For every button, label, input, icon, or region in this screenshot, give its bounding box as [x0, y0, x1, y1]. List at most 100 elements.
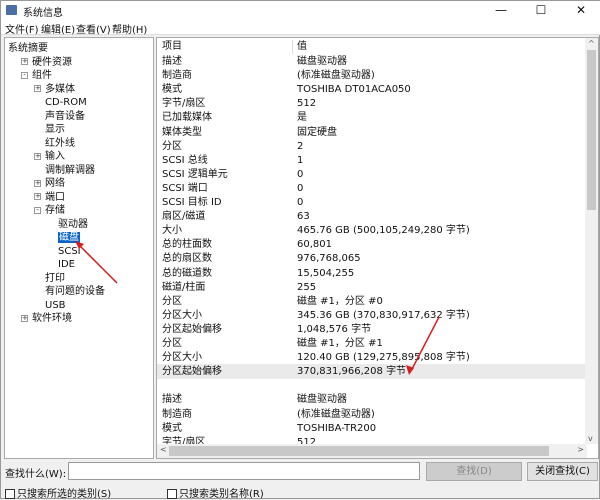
item-cell: 大小 — [162, 225, 182, 237]
tree-item[interactable]: IDE — [58, 258, 75, 271]
tree-item[interactable]: - 组件 — [21, 69, 52, 82]
tree-item[interactable]: 调制解调器 — [45, 164, 95, 177]
table-row[interactable]: 分区起始偏移 1,048,576 字节 — [157, 322, 587, 337]
expand-icon[interactable]: + — [21, 314, 28, 322]
value-cell: 63 — [297, 211, 310, 223]
item-cell: 描述 — [162, 56, 182, 67]
tree-item[interactable]: 有问题的设备 — [45, 285, 105, 298]
tree-item[interactable]: 驱动器 — [58, 218, 88, 231]
value-cell: 是 — [297, 112, 307, 124]
tree-item[interactable]: USB — [45, 299, 66, 312]
table-row[interactable]: 磁道/柱面 255 — [157, 280, 587, 295]
maximize-button[interactable]: ☐ — [521, 1, 561, 19]
menu-view[interactable]: 查看(V) — [76, 21, 111, 36]
table-row[interactable]: SCSI 逻辑单元 0 — [157, 167, 587, 182]
value-cell: 1 — [297, 154, 304, 166]
table-row[interactable]: SCSI 总线 1 — [157, 153, 587, 168]
item-cell: 项目 — [162, 41, 182, 52]
tree-item[interactable]: 声音设备 — [45, 110, 85, 123]
table-row[interactable]: 模式 TOSHIBA-TR200 — [157, 421, 587, 436]
table-row[interactable]: 分区大小 120.40 GB (129,275,895,808 字节) — [157, 350, 587, 365]
item-cell: 分区大小 — [162, 309, 202, 321]
menu-edit[interactable]: 编辑(E) — [41, 21, 75, 36]
table-row[interactable]: 总的柱面数 60,801 — [157, 237, 587, 252]
item-cell: 制造商 — [162, 408, 192, 420]
value-cell: 0 — [297, 182, 304, 194]
expand-icon[interactable]: + — [34, 193, 41, 200]
vertical-scrollbar[interactable]: ^ v — [585, 38, 598, 444]
tree-item[interactable]: + 多媒体 — [34, 83, 75, 96]
table-row[interactable]: 分区 磁盘 #1，分区 #1 — [157, 336, 587, 351]
tree-item[interactable]: 显示 — [45, 123, 65, 136]
tree-item[interactable]: + 软件环境 — [21, 312, 72, 325]
tree-item[interactable]: + 网络 — [34, 177, 65, 190]
tree-item[interactable]: SCSI — [58, 245, 81, 258]
table-header[interactable]: 项目 值 — [157, 39, 587, 54]
table-row[interactable]: 字节/扇区 512 — [157, 96, 587, 111]
tree-item-label: 打印 — [45, 272, 65, 284]
tree-item-label: 输入 — [45, 151, 65, 162]
table-row[interactable]: SCSI 目标 ID 0 — [157, 195, 587, 210]
table-row[interactable]: 总的磁道数 15,504,255 — [157, 266, 587, 281]
close-find-button[interactable]: 关闭查找(C) — [527, 462, 598, 481]
table-row[interactable]: SCSI 端口 0 — [157, 181, 587, 196]
tree-item-label: 声音设备 — [45, 110, 85, 122]
collapse-icon[interactable]: - — [21, 71, 28, 79]
search-category-names-checkbox[interactable]: 只搜索类别名称(R) — [167, 485, 264, 500]
find-button[interactable]: 查找(D) — [426, 462, 522, 481]
value-cell: 磁盘 #1，分区 #0 — [297, 295, 383, 307]
table-row[interactable]: 制造商 (标准磁盘驱动器) — [157, 68, 587, 83]
tree-item[interactable]: 红外线 — [45, 137, 75, 150]
table-row[interactable]: 已加载媒体 是 — [157, 110, 587, 125]
collapse-icon[interactable]: - — [34, 206, 41, 214]
item-cell: 分区 — [162, 295, 182, 307]
tree-item[interactable]: 系统摘要 — [8, 42, 48, 55]
table-row[interactable]: 分区大小 345.36 GB (370,830,917,632 字节) — [157, 308, 587, 323]
title-bar: 系统信息 — ☐ ✕ — [1, 1, 600, 19]
search-selected-category-checkbox[interactable]: 只搜索所选的类别(S) — [5, 485, 111, 500]
tree-item[interactable]: + 输入 — [34, 150, 65, 163]
expand-icon[interactable]: + — [34, 85, 41, 92]
expand-icon[interactable]: + — [34, 179, 41, 187]
table-row[interactable]: 描述 磁盘驱动器 — [157, 392, 587, 407]
table-row[interactable]: 总的扇区数 976,768,065 — [157, 251, 587, 266]
tree-item-label: 组件 — [32, 70, 52, 81]
item-cell: SCSI 目标 ID — [162, 197, 222, 208]
table-row[interactable]: 媒体类型 固定硬盘 — [157, 125, 587, 140]
tree-item[interactable]: - 存储 — [34, 204, 65, 217]
table-row[interactable]: 模式 TOSHIBA DT01ACA050 — [157, 82, 587, 97]
category-tree: 系统摘要 + 硬件资源 - 组件 + 多媒体 CD-ROM 声音设备 显示 红外线 + 输入 调制解调器 +… — [4, 37, 154, 459]
item-cell: SCSI 总线 — [162, 154, 208, 166]
tree-item[interactable]: 磁盘 — [58, 231, 80, 244]
tree-item[interactable]: + 硬件资源 — [21, 56, 72, 69]
table-row[interactable]: 制造商 (标准磁盘驱动器) — [157, 407, 587, 422]
menu-file[interactable]: 文件(F) — [5, 21, 39, 36]
table-row[interactable] — [157, 378, 587, 393]
item-cell: SCSI 逻辑单元 — [162, 168, 228, 180]
expand-icon[interactable]: + — [34, 152, 41, 160]
find-input[interactable] — [68, 462, 420, 480]
table-row[interactable]: 分区起始偏移 370,831,966,208 字节 — [157, 364, 587, 380]
item-cell: 描述 — [162, 394, 182, 406]
table-row[interactable]: 分区 磁盘 #1，分区 #0 — [157, 294, 587, 309]
menu-help[interactable]: 帮助(H) — [112, 21, 147, 36]
table-row[interactable]: 分区 2 — [157, 139, 587, 154]
table-row[interactable]: 大小 465.76 GB (500,105,249,280 字节) — [157, 223, 587, 238]
minimize-button[interactable]: — — [481, 1, 521, 19]
tree-item-label: 系统摘要 — [8, 43, 48, 54]
value-cell: (标准磁盘驱动器) — [297, 408, 375, 420]
expand-icon[interactable]: + — [21, 58, 28, 65]
horizontal-scrollbar[interactable]: < > — [157, 444, 587, 458]
tree-item[interactable]: 打印 — [45, 272, 65, 285]
tree-item[interactable]: CD-ROM — [45, 96, 87, 109]
close-button[interactable]: ✕ — [561, 1, 600, 19]
tree-item[interactable]: + 端口 — [34, 191, 65, 204]
details-table: 项目值描述 磁盘驱动器 制造商 (标准磁盘驱动器) 模式 TOSHIBA DT01ACA0… — [156, 37, 599, 459]
table-row[interactable]: 描述 磁盘驱动器 — [157, 54, 587, 69]
value-cell: 60,801 — [297, 239, 332, 251]
table-row[interactable]: 扇区/磁道 63 — [157, 209, 587, 224]
item-cell: 总的柱面数 — [162, 239, 212, 251]
item-cell: 分区 — [162, 338, 182, 349]
item-cell: 字节/扇区 — [162, 98, 206, 110]
value-cell: 2 — [297, 140, 304, 152]
